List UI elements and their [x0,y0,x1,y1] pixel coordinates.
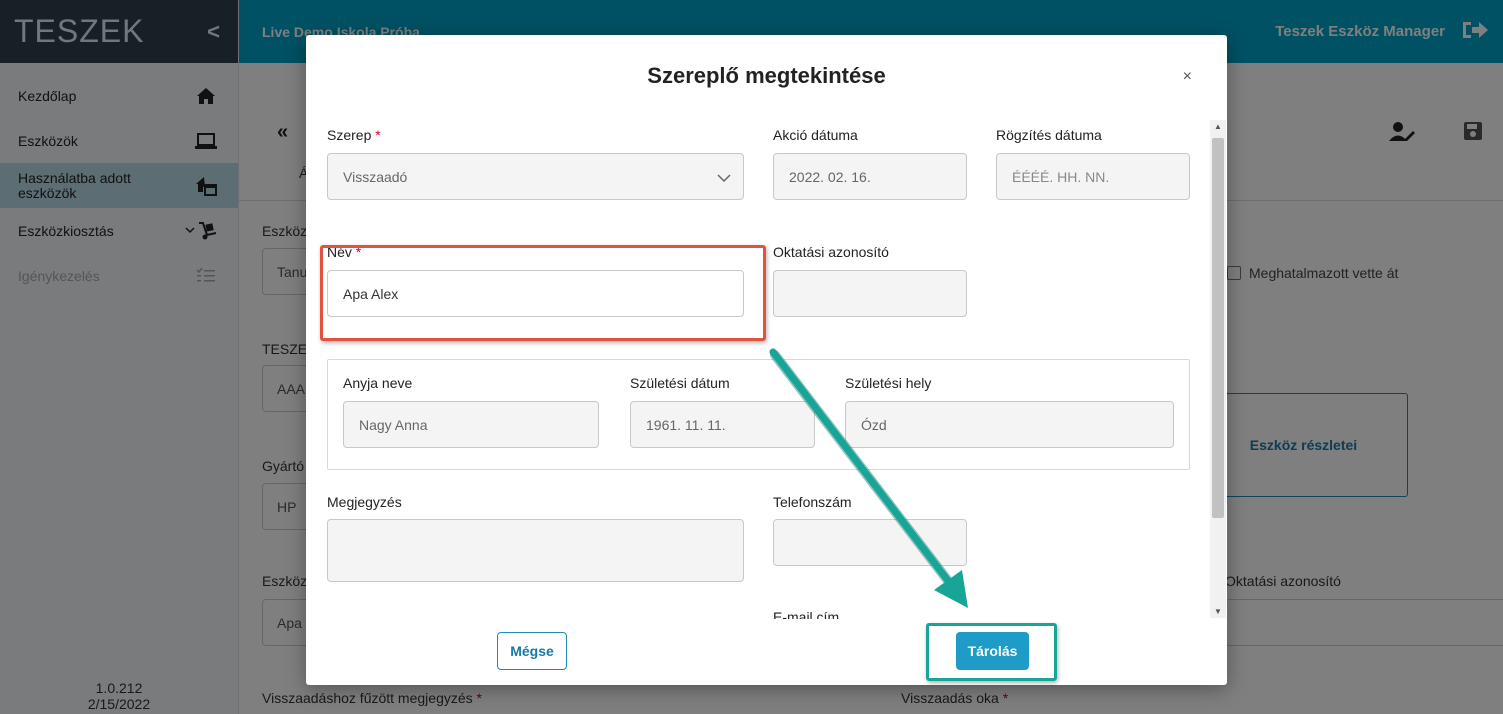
rogzites-datuma-placeholder: ÉÉÉÉ. HH. NN. [1012,168,1110,185]
telefonszam-label: Telefonszám [773,494,852,510]
anyja-neve-value: Nagy Anna [359,416,428,433]
email-label: E-mail cím [773,609,840,619]
chevron-down-icon [717,170,731,186]
anyja-neve-field[interactable]: Nagy Anna [343,401,599,448]
megjegyzes-textarea[interactable] [327,519,744,582]
rogzites-datuma-label: Rögzítés dátuma [996,127,1102,143]
akcio-datuma-label: Akció dátuma [773,127,858,143]
akcio-datuma-field[interactable]: 2022. 02. 16. [773,153,967,200]
szerep-select[interactable]: Visszaadó [327,153,744,200]
szereplo-modal: Szereplő megtekintése × Szerep * Visszaa… [306,35,1227,685]
save-highlight-box [926,623,1057,681]
szerep-label: Szerep * [327,127,381,143]
telefonszam-field[interactable] [773,519,967,566]
close-icon[interactable]: × [1183,68,1192,86]
name-highlight-box [320,245,766,341]
anyja-neve-label: Anyja neve [343,375,413,391]
cancel-button[interactable]: Mégse [497,632,567,670]
szuletesi-datum-field[interactable]: 1961. 11. 11. [630,401,815,448]
szuletesi-datum-label: Születési dátum [630,375,730,391]
szerep-value: Visszaadó [343,168,408,185]
oktatasi-azonosito-label: Oktatási azonosító [773,244,889,260]
modal-title: Szereplő megtekintése [647,63,886,88]
szuletesi-datum-value: 1961. 11. 11. [646,416,726,433]
scrollbar-thumb[interactable] [1212,138,1224,518]
szuletesi-hely-label: Születési hely [845,375,932,391]
akcio-datuma-value: 2022. 02. 16. [789,168,871,185]
email-label-clip: E-mail cím [773,605,967,619]
scroll-down-icon[interactable]: ▼ [1214,607,1222,616]
modal-scrollbar[interactable]: ▲ ▼ [1210,120,1226,618]
scroll-up-icon[interactable]: ▲ [1214,122,1222,131]
szuletesi-hely-value: Ózd [861,416,887,433]
szuletesi-hely-field[interactable]: Ózd [845,401,1174,448]
rogzites-datuma-field[interactable]: ÉÉÉÉ. HH. NN. [996,153,1190,200]
megjegyzes-label: Megjegyzés [327,494,402,510]
oktatasi-azonosito-field[interactable] [773,270,967,317]
